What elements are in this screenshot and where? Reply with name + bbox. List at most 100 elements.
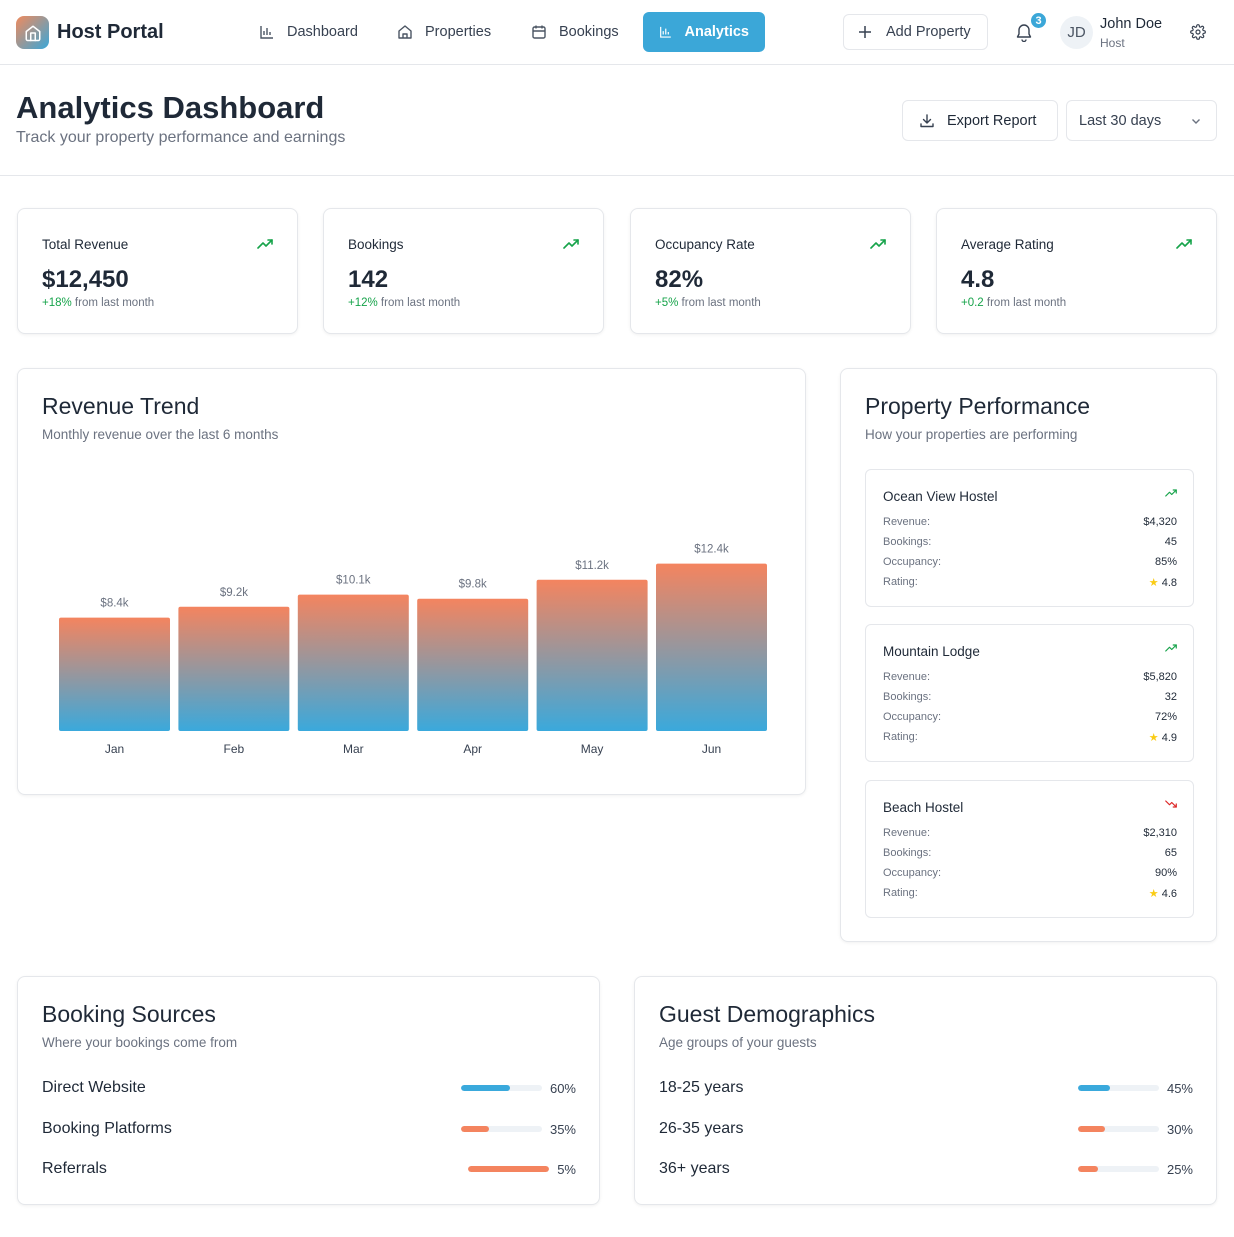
nav-properties[interactable]: Properties	[381, 12, 507, 52]
stat-change-text: from last month	[377, 297, 461, 309]
age-progress-fill	[1078, 1126, 1105, 1132]
export-report-button[interactable]: Export Report	[902, 100, 1058, 141]
property-card-beach-hostel[interactable]: Beach Hostel Revenue: $2,310 Bookings: 65 …	[865, 780, 1194, 918]
x-axis-tick-label: Feb	[224, 742, 245, 756]
page-title: Analytics Dashboard	[16, 90, 325, 125]
bar-chart-icon	[660, 26, 671, 38]
stat-value: $12,450	[42, 266, 129, 293]
nav-bookings[interactable]: Bookings	[515, 12, 635, 52]
occupancy-label: Occupancy:	[883, 711, 942, 723]
guest-demographics-card: Guest Demographics Age groups of your gu…	[634, 976, 1217, 1205]
property-performance-title: Property Performance	[865, 393, 1090, 419]
revenue-trend-card: Revenue Trend Monthly revenue over the l…	[17, 368, 806, 795]
age-progress-fill	[1078, 1085, 1111, 1091]
revenue-label: Revenue:	[883, 671, 931, 683]
bookings-label: Bookings:	[883, 691, 932, 703]
avatar[interactable]: JD	[1060, 16, 1093, 49]
download-icon	[920, 113, 934, 127]
stat-card-occupancy: Occupancy Rate 82% +5% from last month	[630, 208, 911, 334]
gear-icon[interactable]	[1190, 24, 1206, 40]
bookings-value: 65	[1164, 847, 1177, 859]
property-occupancy-row: Occupancy: 85%	[883, 556, 1177, 572]
occupancy-label: Occupancy:	[883, 556, 942, 568]
property-name: Beach Hostel	[883, 800, 964, 815]
bar-chart-icon	[260, 26, 273, 39]
trending-up-icon	[1176, 239, 1192, 249]
stat-change-value: +12%	[348, 297, 378, 309]
property-rating-row: Rating: ★ 4.9	[883, 731, 1177, 747]
trending-up-icon	[257, 239, 273, 249]
property-revenue-row: Revenue: $5,820	[883, 671, 1177, 687]
stat-change-text: from last month	[678, 297, 761, 309]
trending-up-icon	[1165, 489, 1177, 497]
guest-demographics-subtitle: Age groups of your guests	[659, 1035, 817, 1050]
age-group-value: 25%	[1166, 1162, 1193, 1177]
rating-value-wrap: ★ 4.8	[1149, 576, 1177, 592]
revenue-label: Revenue:	[883, 516, 931, 528]
booking-sources-card: Booking Sources Where your bookings come…	[17, 976, 600, 1205]
trending-down-icon	[1165, 800, 1177, 808]
nav-dashboard-label: Dashboard	[287, 24, 358, 40]
notification-badge: 3	[1029, 11, 1048, 30]
rating-label: Rating:	[883, 887, 918, 899]
stat-title: Average Rating	[961, 237, 1054, 252]
property-card-mountain-lodge[interactable]: Mountain Lodge Revenue: $5,820 Bookings: 3…	[865, 624, 1194, 762]
property-rating-row: Rating: ★ 4.8	[883, 576, 1177, 592]
revenue-value: $2,310	[1143, 827, 1177, 839]
bar-value-label: $12.4k	[694, 544, 729, 556]
calendar-icon	[532, 25, 546, 39]
property-name: Ocean View Hostel	[883, 489, 998, 504]
export-report-label: Export Report	[947, 112, 1037, 129]
stat-change: +0.2 from last month	[961, 297, 1066, 309]
star-icon: ★	[1148, 732, 1159, 744]
source-label: Booking Platforms	[42, 1120, 172, 1137]
stat-title: Occupancy Rate	[655, 237, 755, 252]
rating-label: Rating:	[883, 576, 918, 588]
nav-dashboard[interactable]: Dashboard	[243, 12, 374, 52]
x-axis-tick-label: Apr	[463, 742, 482, 756]
home-logo-icon[interactable]	[16, 16, 49, 49]
age-group-label: 26-35 years	[659, 1120, 744, 1137]
source-progress-fill	[461, 1126, 490, 1132]
bar-apr	[417, 598, 529, 731]
stat-change-text: from last month	[71, 297, 155, 309]
nav-analytics[interactable]: Analytics	[643, 12, 765, 52]
revenue-label: Revenue:	[883, 827, 931, 839]
stat-change-value: +18%	[42, 297, 72, 309]
age-group-label: 36+ years	[659, 1160, 730, 1177]
bookings-label: Bookings:	[883, 536, 932, 548]
guest-demographics-title: Guest Demographics	[659, 1001, 876, 1027]
rating-value-wrap: ★ 4.9	[1149, 731, 1177, 747]
property-card-ocean-view[interactable]: Ocean View Hostel Revenue: $4,320 Booking…	[865, 469, 1194, 607]
user-name: John Doe	[1100, 16, 1163, 32]
age-progress-track	[1078, 1166, 1159, 1172]
brand-name[interactable]: Host Portal	[57, 21, 164, 44]
user-role: Host	[1100, 36, 1125, 50]
property-occupancy-row: Occupancy: 72%	[883, 711, 1177, 727]
property-revenue-row: Revenue: $2,310	[883, 827, 1177, 843]
bar-value-label: $10.1k	[336, 575, 371, 587]
age-group-value: 45%	[1166, 1081, 1193, 1096]
add-property-button[interactable]: Add Property	[843, 14, 988, 50]
chevron-down-icon	[1192, 118, 1200, 124]
rating-value: 4.9	[1161, 732, 1177, 744]
bar-value-label: $8.4k	[100, 598, 128, 610]
x-axis-tick-label: May	[581, 742, 604, 756]
booking-sources-subtitle: Where your bookings come from	[42, 1035, 238, 1050]
source-value: 60%	[549, 1081, 576, 1096]
bookings-label: Bookings:	[883, 847, 932, 859]
occupancy-value: 90%	[1154, 867, 1177, 879]
revenue-bar-chart: $8.4k Jan $9.2k Feb $10.1k Mar $9.8k Apr $11.2k M…	[59, 544, 767, 756]
date-range-value: Last 30 days	[1079, 112, 1162, 129]
revenue-value: $5,820	[1143, 671, 1177, 683]
stat-change-value: +5%	[655, 297, 679, 309]
property-bookings-row: Bookings: 65	[883, 847, 1177, 863]
stat-card-revenue: Total Revenue $12,450 +18% from last mon…	[17, 208, 298, 334]
bar-feb	[178, 606, 290, 731]
nav-analytics-label: Analytics	[684, 24, 749, 40]
date-range-select[interactable]: Last 30 days	[1066, 100, 1217, 141]
stat-value: 4.8	[961, 266, 995, 293]
top-nav: Host Portal Dashboard Properties Booking…	[0, 0, 1234, 65]
bookings-value: 32	[1164, 691, 1177, 703]
stat-value: 142	[348, 266, 389, 293]
